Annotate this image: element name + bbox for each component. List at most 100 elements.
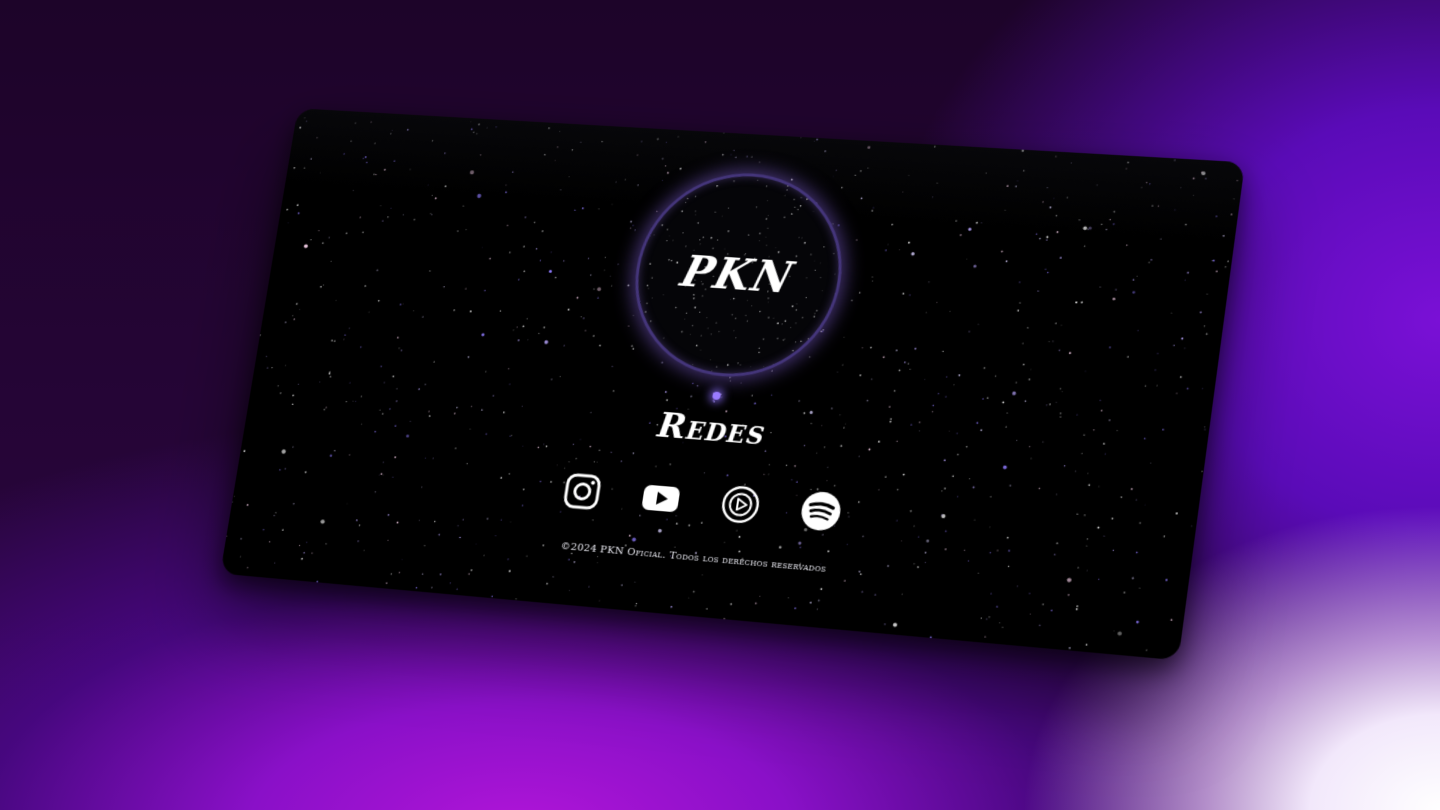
star <box>226 536 227 537</box>
star <box>1216 270 1218 272</box>
star <box>1084 245 1086 246</box>
star <box>896 350 898 352</box>
star <box>401 349 403 351</box>
star <box>730 603 732 605</box>
star <box>717 239 718 240</box>
star <box>784 338 785 339</box>
star <box>840 204 841 205</box>
star <box>800 547 802 549</box>
star <box>646 303 648 305</box>
star <box>369 312 370 313</box>
star <box>692 325 694 327</box>
star <box>796 481 798 483</box>
star <box>1185 280 1186 281</box>
star <box>748 234 750 235</box>
star <box>750 366 751 367</box>
star <box>1008 550 1010 552</box>
star <box>999 622 1000 623</box>
star <box>1001 250 1003 252</box>
star <box>597 462 598 463</box>
star <box>403 214 404 215</box>
star <box>1019 282 1021 284</box>
star <box>359 217 361 218</box>
star <box>286 209 288 210</box>
star <box>1202 388 1203 389</box>
star <box>765 219 766 220</box>
star <box>699 312 700 313</box>
star <box>773 364 775 366</box>
star <box>765 237 766 238</box>
star <box>786 189 787 190</box>
star <box>707 328 708 329</box>
star <box>516 327 517 328</box>
star <box>968 228 972 231</box>
star <box>613 390 614 391</box>
star <box>813 316 814 317</box>
star <box>1069 352 1071 354</box>
star <box>574 210 575 211</box>
star <box>376 269 378 271</box>
star <box>663 337 664 338</box>
star <box>883 356 885 358</box>
star <box>1088 484 1090 486</box>
star <box>658 529 662 533</box>
star <box>1028 378 1030 380</box>
star <box>1133 279 1135 281</box>
star <box>789 370 791 372</box>
star <box>484 555 485 556</box>
star <box>391 573 393 574</box>
star <box>1206 293 1207 294</box>
star <box>722 216 723 217</box>
instagram-link[interactable] <box>557 468 607 515</box>
star <box>1060 416 1061 417</box>
logo-circle[interactable]: PKN <box>621 168 855 384</box>
star <box>726 474 728 476</box>
spotify-link[interactable] <box>795 487 846 535</box>
star <box>509 384 510 385</box>
star <box>635 605 636 606</box>
star <box>1081 301 1083 303</box>
star <box>815 333 816 334</box>
star <box>899 249 900 250</box>
youtube-music-link[interactable] <box>715 481 766 529</box>
star <box>266 356 267 357</box>
star <box>573 444 574 445</box>
star <box>597 562 598 563</box>
star <box>1052 341 1053 342</box>
star <box>343 339 344 340</box>
star <box>777 322 779 324</box>
star <box>365 285 367 286</box>
star <box>1049 404 1051 405</box>
star <box>693 591 695 593</box>
star <box>564 345 565 346</box>
star <box>693 298 695 300</box>
star <box>560 376 561 377</box>
star <box>316 581 318 583</box>
star <box>803 412 805 414</box>
star <box>508 368 510 370</box>
star <box>740 364 741 365</box>
star <box>874 594 876 596</box>
star <box>758 352 760 353</box>
star <box>457 525 458 526</box>
star <box>820 263 821 264</box>
star <box>589 586 590 587</box>
star <box>329 371 330 372</box>
star <box>976 422 978 424</box>
star <box>791 213 793 214</box>
star <box>887 565 889 566</box>
star <box>263 529 264 530</box>
star <box>422 573 423 574</box>
star <box>435 197 437 199</box>
star <box>232 501 233 502</box>
star <box>1204 429 1206 430</box>
star <box>525 217 526 218</box>
star <box>1112 297 1115 300</box>
star <box>844 210 845 211</box>
star <box>763 338 765 340</box>
star <box>361 424 362 425</box>
star <box>1200 311 1202 313</box>
star <box>736 530 737 531</box>
youtube-link[interactable] <box>636 474 686 521</box>
star <box>360 346 362 348</box>
